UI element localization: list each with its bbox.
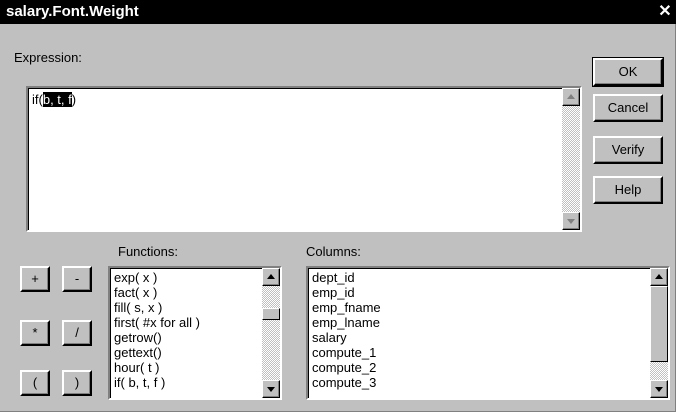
functions-listbox[interactable]: exp( x ) fact( x ) fill( s, x ) first( #… <box>108 266 282 400</box>
minus-operator-button[interactable]: - <box>62 266 92 292</box>
ok-button[interactable]: OK <box>592 57 664 87</box>
column-item[interactable]: dept_id <box>312 270 381 285</box>
column-item[interactable]: compute_1 <box>312 345 381 360</box>
expression-dialog: salary.Font.Weight ✕ Expression: if(b, t… <box>0 0 676 412</box>
expression-scrollbar[interactable] <box>562 88 580 230</box>
verify-button[interactable]: Verify <box>593 136 663 164</box>
help-button[interactable]: Help <box>593 176 663 204</box>
close-paren-label: ) <box>74 375 80 390</box>
plus-operator-button[interactable]: + <box>20 266 50 292</box>
scroll-up-arrow-icon <box>267 274 275 279</box>
dialog-title: salary.Font.Weight <box>6 3 139 20</box>
multiply-operator-label: * <box>32 325 38 340</box>
ok-button-label: OK <box>618 64 638 79</box>
expression-scroll-up-button[interactable] <box>562 88 580 106</box>
column-item[interactable]: compute_2 <box>312 360 381 375</box>
minus-operator-label: - <box>74 271 80 286</box>
expression-label: Expression: <box>14 50 82 65</box>
columns-listbox[interactable]: dept_id emp_id emp_fname emp_lname salar… <box>306 266 670 400</box>
close-paren-button[interactable]: ) <box>62 370 92 396</box>
function-item[interactable]: getrow() <box>114 330 200 345</box>
expression-scroll-down-button[interactable] <box>562 212 580 230</box>
functions-scroll-up-button[interactable] <box>262 268 280 286</box>
function-item[interactable]: gettext() <box>114 345 200 360</box>
scroll-up-arrow-icon <box>567 94 575 99</box>
functions-scroll-thumb[interactable] <box>262 308 280 320</box>
scroll-down-arrow-icon <box>655 387 663 392</box>
function-item[interactable]: if( b, t, f ) <box>114 375 200 390</box>
scroll-down-arrow-icon <box>567 219 575 224</box>
scroll-up-arrow-icon <box>655 274 663 279</box>
columns-list: dept_id emp_id emp_fname emp_lname salar… <box>312 270 381 390</box>
expression-suffix: ) <box>71 92 77 107</box>
divide-operator-label: / <box>75 325 79 340</box>
divide-operator-button[interactable]: / <box>62 320 92 346</box>
expression-textarea[interactable]: if(b, t, f) <box>26 86 582 232</box>
columns-scroll-down-button[interactable] <box>650 380 668 398</box>
functions-label: Functions: <box>118 244 178 259</box>
title-bar: salary.Font.Weight ✕ <box>0 0 676 24</box>
cancel-button[interactable]: Cancel <box>593 94 663 122</box>
expression-selected-text: b, t, f <box>42 92 72 107</box>
plus-operator-label: + <box>31 271 39 286</box>
multiply-operator-button[interactable]: * <box>20 320 50 346</box>
column-item[interactable]: emp_id <box>312 285 381 300</box>
columns-label: Columns: <box>306 244 361 259</box>
column-item[interactable]: emp_fname <box>312 300 381 315</box>
verify-button-label: Verify <box>611 142 645 157</box>
column-item[interactable]: compute_3 <box>312 375 381 390</box>
scroll-down-arrow-icon <box>267 387 275 392</box>
open-paren-button[interactable]: ( <box>20 370 50 396</box>
functions-scroll-down-button[interactable] <box>262 380 280 398</box>
functions-list: exp( x ) fact( x ) fill( s, x ) first( #… <box>114 270 200 390</box>
expression-prefix: if( <box>32 92 43 107</box>
function-item[interactable]: fill( s, x ) <box>114 300 200 315</box>
cancel-button-label: Cancel <box>607 100 649 115</box>
columns-scroll-up-button[interactable] <box>650 268 668 286</box>
help-button-label: Help <box>614 182 642 197</box>
columns-scroll-thumb[interactable] <box>650 286 668 362</box>
columns-scrollbar[interactable] <box>650 268 668 398</box>
column-item[interactable]: salary <box>312 330 381 345</box>
column-item[interactable]: emp_lname <box>312 315 381 330</box>
functions-scrollbar[interactable] <box>262 268 280 398</box>
function-item[interactable]: exp( x ) <box>114 270 200 285</box>
function-item[interactable]: fact( x ) <box>114 285 200 300</box>
function-item[interactable]: hour( t ) <box>114 360 200 375</box>
expression-text: if(b, t, f) <box>32 92 76 107</box>
open-paren-label: ( <box>32 375 38 390</box>
close-icon[interactable]: ✕ <box>656 0 674 24</box>
function-item[interactable]: first( #x for all ) <box>114 315 200 330</box>
